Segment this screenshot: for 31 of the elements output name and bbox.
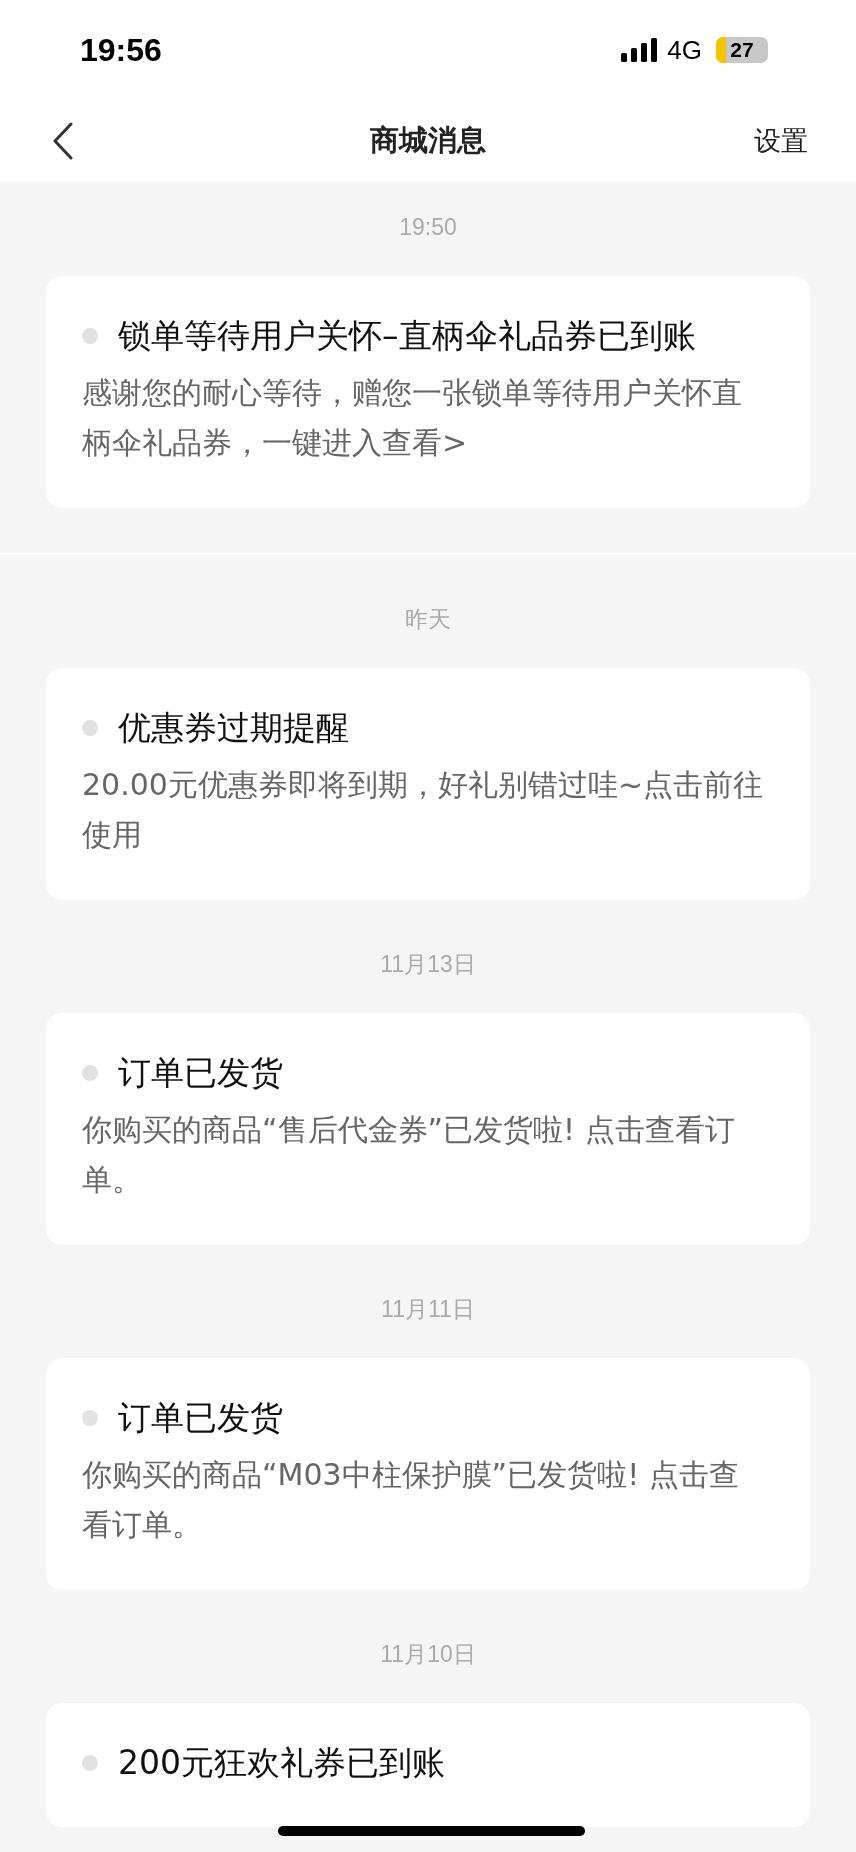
dot-icon bbox=[82, 720, 98, 736]
dot-icon bbox=[82, 1410, 98, 1426]
dot-icon bbox=[82, 1065, 98, 1081]
network-label: 4G bbox=[667, 34, 702, 66]
status-time: 19:56 bbox=[80, 31, 162, 69]
message-card[interactable]: 200元狂欢礼券已到账 bbox=[46, 1703, 810, 1827]
message-title: 锁单等待用户关怀–直柄伞礼品券已到账 bbox=[118, 315, 696, 357]
message-card[interactable]: 优惠券过期提醒 20.00元优惠券即将到期，好礼别错过哇~点击前往使用 bbox=[46, 668, 810, 900]
message-title: 订单已发货 bbox=[118, 1397, 283, 1439]
dot-icon bbox=[82, 328, 98, 344]
message-card[interactable]: 订单已发货 你购买的商品“M03中柱保护膜”已发货啦! 点击查看订单。 bbox=[46, 1358, 810, 1590]
message-card[interactable]: 锁单等待用户关怀–直柄伞礼品券已到账 感谢您的耐心等待，赠您一张锁单等待用户关怀直柄伞礼品券，一键进入查看> bbox=[46, 276, 810, 508]
message-title: 订单已发货 bbox=[118, 1052, 283, 1094]
battery-icon: 27 bbox=[716, 37, 768, 63]
message-time: 19:50 bbox=[399, 213, 457, 241]
back-icon[interactable] bbox=[52, 122, 74, 160]
message-time: 11月10日 bbox=[380, 1639, 476, 1669]
message-time: 11月11日 bbox=[381, 1294, 475, 1324]
message-title: 200元狂欢礼券已到账 bbox=[118, 1742, 445, 1784]
message-body: 20.00元优惠券即将到期，好礼别错过哇~点击前往使用 bbox=[82, 766, 765, 854]
signal-icon bbox=[621, 38, 658, 62]
message-body: 你购买的商品“M03中柱保护膜”已发货啦! 点击查看订单。 bbox=[82, 1456, 740, 1544]
dot-icon bbox=[82, 1755, 98, 1771]
page-title: 商城消息 bbox=[370, 122, 486, 159]
message-time: 11月13日 bbox=[380, 949, 476, 979]
message-card[interactable]: 订单已发货 你购买的商品“售后代金券”已发货啦! 点击查看订单。 bbox=[46, 1013, 810, 1245]
message-body: 你购买的商品“售后代金券”已发货啦! 点击查看订单。 bbox=[82, 1111, 736, 1199]
message-time: 昨天 bbox=[405, 604, 451, 634]
message-body: 感谢您的耐心等待，赠您一张锁单等待用户关怀直柄伞礼品券，一键进入查看> bbox=[82, 374, 743, 462]
message-title: 优惠券过期提醒 bbox=[118, 707, 349, 749]
settings-link[interactable]: 设置 bbox=[754, 123, 808, 159]
